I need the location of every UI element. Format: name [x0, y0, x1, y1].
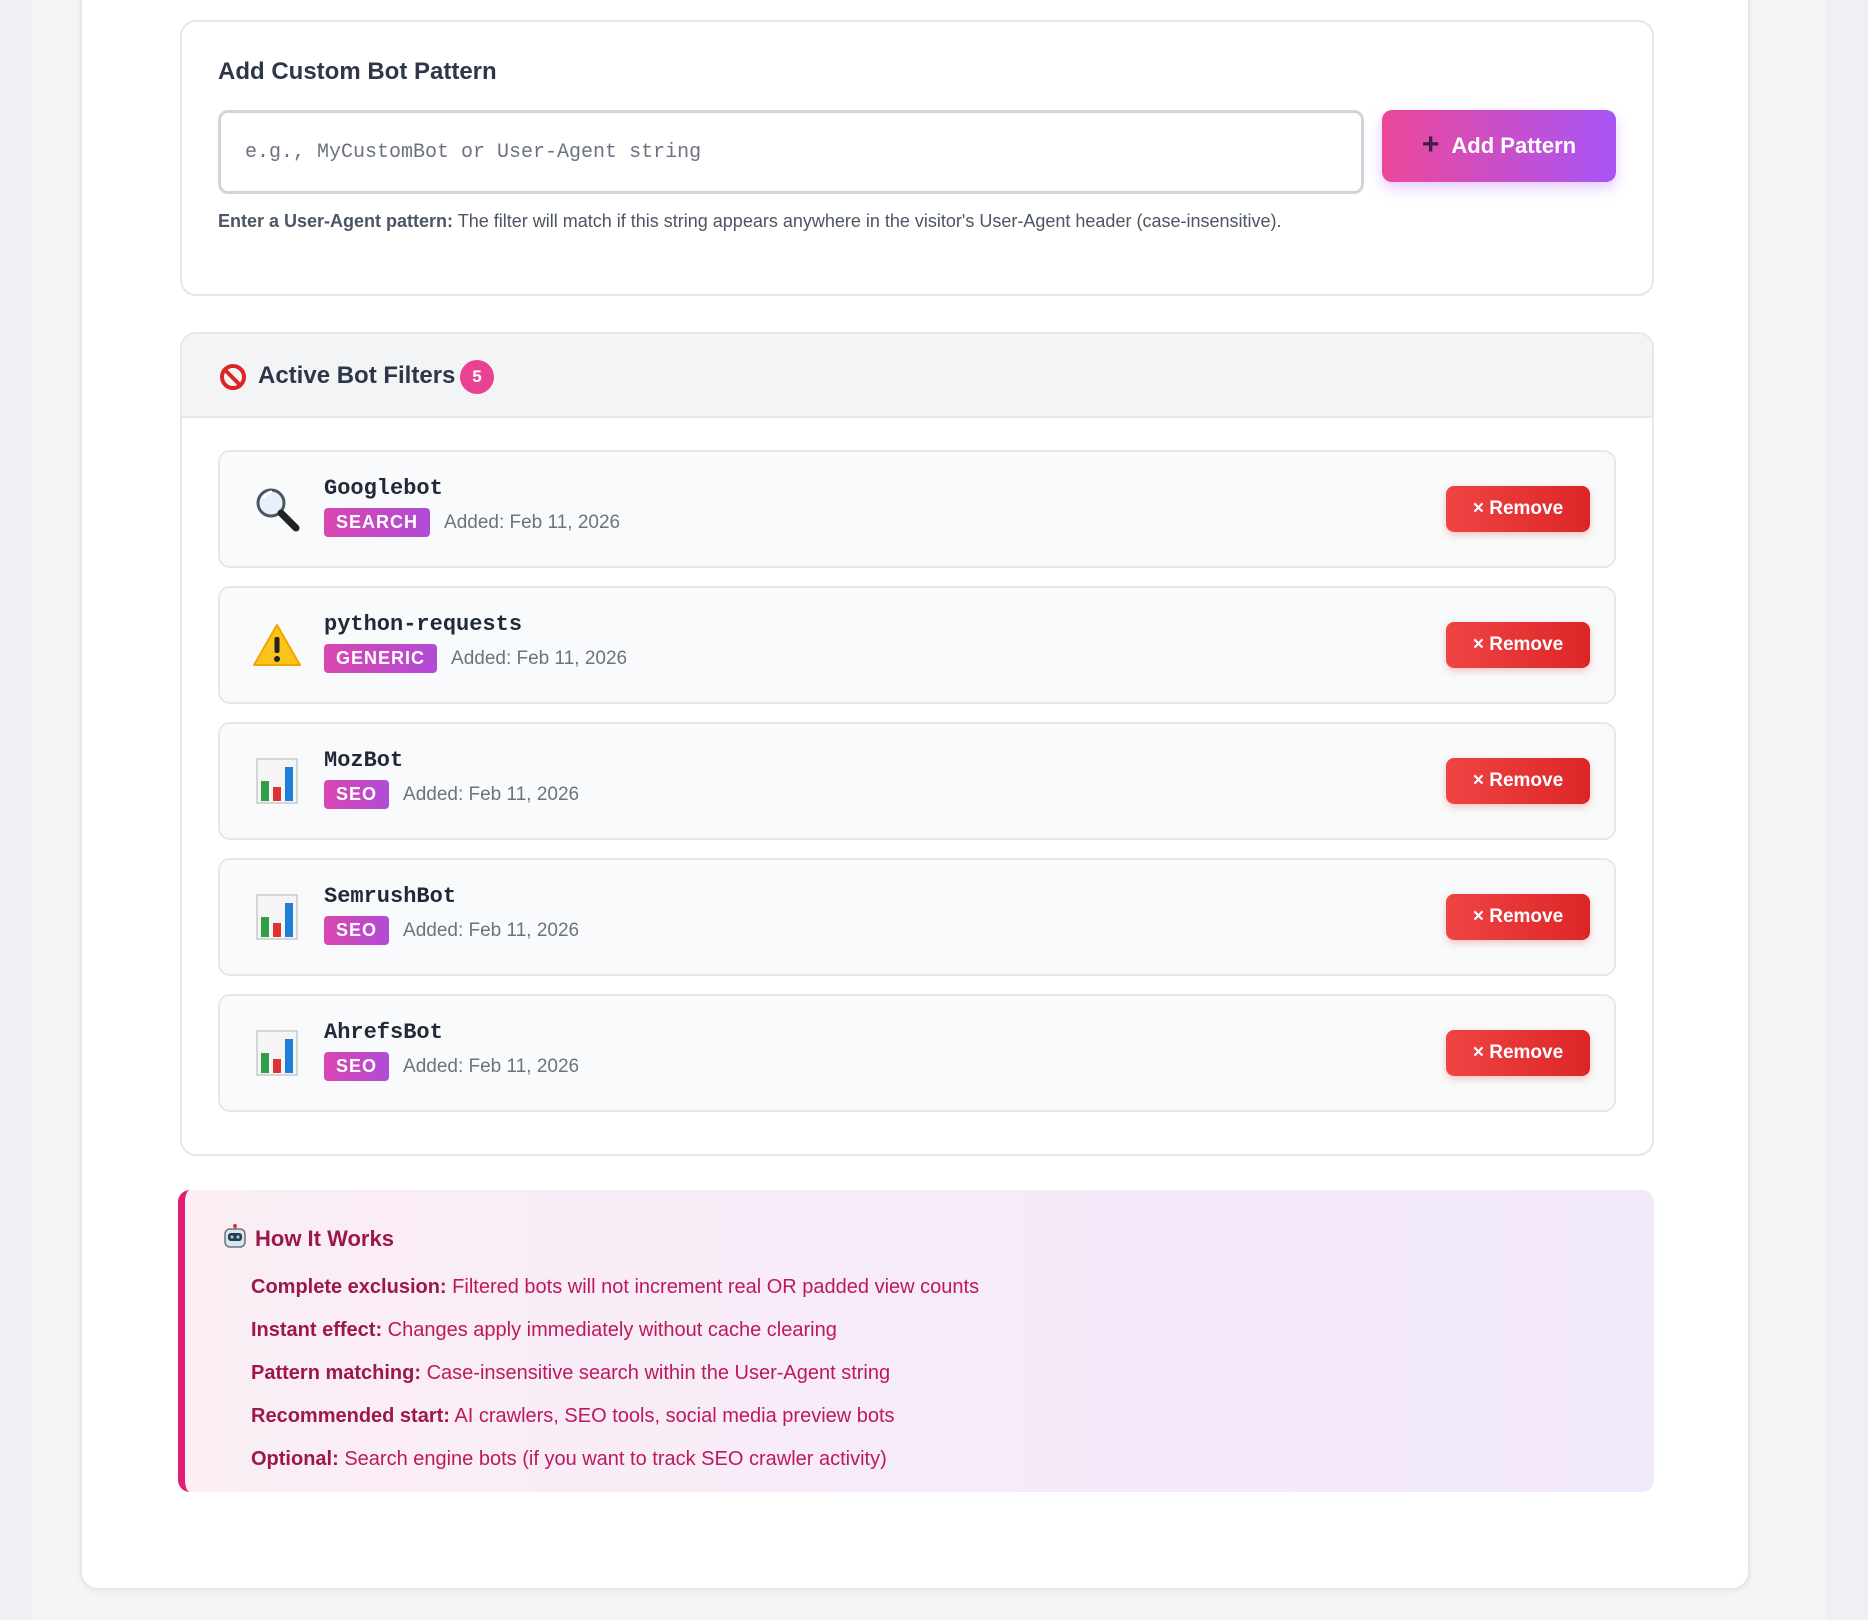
filter-meta: GENERIC Added: Feb 11, 2026 — [324, 644, 627, 673]
filter-name: python-requests — [324, 612, 523, 637]
filter-count-badge: 5 — [460, 360, 494, 394]
remove-button[interactable]: × Remove — [1446, 1030, 1590, 1076]
added-date: Added: Feb 11, 2026 — [403, 1055, 580, 1077]
filter-row-googlebot: Googlebot SEARCH Added: Feb 11, 2026 × R… — [218, 450, 1616, 568]
pattern-hint: Enter a User-Agent pattern: The filter w… — [218, 208, 1378, 235]
list-item: Complete exclusion: Filtered bots will n… — [251, 1266, 979, 1309]
filter-meta: SEO Added: Feb 11, 2026 — [324, 916, 579, 945]
item-label: Instant effect: — [251, 1319, 383, 1341]
category-badge: SEO — [324, 1052, 390, 1081]
category-badge: GENERIC — [324, 644, 438, 673]
bar-chart-icon — [250, 1026, 304, 1080]
list-item: Recommended start: AI crawlers, SEO tool… — [251, 1395, 979, 1438]
list-item: Optional: Search engine bots (if you wan… — [251, 1438, 979, 1481]
filter-name: MozBot — [324, 748, 404, 773]
filter-name: AhrefsBot — [324, 1020, 443, 1045]
filter-meta: SEARCH Added: Feb 11, 2026 — [324, 508, 620, 537]
item-text: Case-insensitive search within the User-… — [421, 1362, 891, 1384]
bar-chart-icon — [250, 890, 304, 944]
pattern-input[interactable] — [218, 110, 1364, 194]
list-item: Pattern matching: Case-insensitive searc… — [251, 1352, 979, 1395]
added-date: Added: Feb 11, 2026 — [403, 783, 580, 805]
active-filters-card: Active Bot Filters 5 Googlebot SEARCH Ad… — [180, 332, 1654, 1156]
magnifier-icon — [250, 482, 304, 536]
list-item: Instant effect: Changes apply immediatel… — [251, 1309, 979, 1352]
robot-icon — [223, 1224, 246, 1248]
add-pattern-card: Add Custom Bot Pattern + Add Pattern Ent… — [180, 20, 1654, 296]
added-date: Added: Feb 11, 2026 — [444, 511, 621, 533]
active-filters-title: Active Bot Filters — [258, 362, 456, 389]
filter-row-python-requests: python-requests GENERIC Added: Feb 11, 2… — [218, 586, 1616, 704]
how-it-works-title: How It Works — [255, 1226, 394, 1251]
item-text: Filtered bots will not increment real OR… — [446, 1276, 980, 1298]
filter-row-mozbot: MozBot SEO Added: Feb 11, 2026 × Remove — [218, 722, 1616, 840]
how-it-works-list: Complete exclusion: Filtered bots will n… — [251, 1266, 979, 1481]
filter-meta: SEO Added: Feb 11, 2026 — [324, 1052, 579, 1081]
item-text: AI crawlers, SEO tools, social media pre… — [449, 1405, 895, 1427]
remove-button[interactable]: × Remove — [1446, 486, 1590, 532]
remove-button[interactable]: × Remove — [1446, 622, 1590, 668]
remove-button[interactable]: × Remove — [1446, 894, 1590, 940]
added-date: Added: Feb 11, 2026 — [403, 919, 580, 941]
active-filters-header: Active Bot Filters 5 — [182, 334, 1652, 418]
remove-button[interactable]: × Remove — [1446, 758, 1590, 804]
pattern-hint-label: Enter a User-Agent pattern: — [218, 211, 454, 231]
bar-chart-icon — [250, 754, 304, 808]
category-badge: SEARCH — [324, 508, 431, 537]
added-date: Added: Feb 11, 2026 — [451, 647, 628, 669]
category-badge: SEO — [324, 916, 390, 945]
category-badge: SEO — [324, 780, 390, 809]
how-it-works-card: How It Works Complete exclusion: Filtere… — [178, 1190, 1654, 1492]
item-label: Complete exclusion: — [251, 1276, 447, 1298]
filter-name: Googlebot — [324, 476, 443, 501]
item-text: Search engine bots (if you want to track… — [338, 1448, 887, 1470]
filter-name: SemrushBot — [324, 884, 457, 909]
pattern-hint-text: The filter will match if this string app… — [453, 211, 1282, 231]
add-pattern-title: Add Custom Bot Pattern — [218, 58, 497, 85]
no-entry-icon — [220, 364, 246, 390]
item-label: Recommended start: — [251, 1405, 450, 1427]
plus-icon: + — [1421, 127, 1440, 161]
add-pattern-button-label: Add Pattern — [1451, 133, 1577, 158]
filter-row-semrushbot: SemrushBot SEO Added: Feb 11, 2026 × Rem… — [218, 858, 1616, 976]
filter-meta: SEO Added: Feb 11, 2026 — [324, 780, 579, 809]
filter-row-ahrefsbot: AhrefsBot SEO Added: Feb 11, 2026 × Remo… — [218, 994, 1616, 1112]
item-label: Pattern matching: — [251, 1362, 422, 1384]
add-pattern-button[interactable]: + Add Pattern — [1382, 110, 1616, 182]
item-label: Optional: — [251, 1448, 339, 1470]
item-text: Changes apply immediately without cache … — [382, 1319, 837, 1341]
warning-icon — [250, 618, 304, 672]
